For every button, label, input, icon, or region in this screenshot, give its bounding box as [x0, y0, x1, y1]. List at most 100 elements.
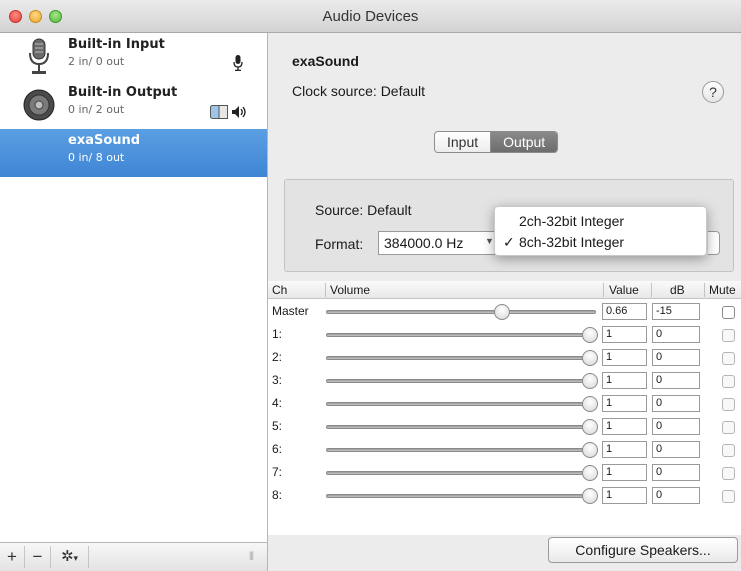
- channel-label: 2:: [272, 350, 283, 364]
- mute-checkbox[interactable]: [722, 421, 735, 434]
- column-header-db[interactable]: dB: [670, 283, 685, 297]
- volume-slider-track[interactable]: [326, 310, 596, 314]
- mute-checkbox[interactable]: [722, 306, 735, 319]
- table-row: 1: 1 0: [268, 323, 741, 346]
- microphone-icon: [233, 55, 243, 71]
- channel-label: 3:: [272, 373, 283, 387]
- volume-db-field[interactable]: -15: [652, 303, 700, 320]
- volume-value-field[interactable]: 0.66: [602, 303, 647, 320]
- volume-slider-knob[interactable]: [582, 350, 598, 366]
- volume-value-field[interactable]: 1: [602, 395, 647, 412]
- device-item-exasound[interactable]: exaSound 0 in/ 8 out: [0, 129, 267, 177]
- volume-slider-track[interactable]: [326, 494, 596, 498]
- mute-checkbox[interactable]: [722, 398, 735, 411]
- column-header-mute[interactable]: Mute: [709, 283, 736, 297]
- title-bar: Audio Devices: [0, 0, 741, 33]
- volume-slider-knob[interactable]: [582, 465, 598, 481]
- tab-input[interactable]: Input: [435, 132, 492, 152]
- table-row: 5: 1 0: [268, 415, 741, 438]
- mute-checkbox[interactable]: [722, 444, 735, 457]
- table-row: 2: 1 0: [268, 346, 741, 369]
- mute-checkbox[interactable]: [722, 375, 735, 388]
- menu-item-8ch-32bit[interactable]: ✓ 8ch-32bit Integer: [495, 232, 706, 252]
- volume-slider-knob[interactable]: [582, 396, 598, 412]
- volume-value-field[interactable]: 1: [602, 418, 647, 435]
- device-io: 0 in/ 2 out: [68, 103, 125, 116]
- mute-checkbox[interactable]: [722, 352, 735, 365]
- device-name: Built-in Output: [68, 85, 178, 100]
- volume-slider-track[interactable]: [326, 333, 596, 337]
- channel-label: 8:: [272, 488, 283, 502]
- column-header-ch[interactable]: Ch: [272, 283, 287, 297]
- table-header: Ch Volume Value dB Mute: [268, 281, 741, 299]
- remove-device-button[interactable]: −: [25, 546, 51, 568]
- gear-icon: ✲: [60, 548, 74, 565]
- device-detail-panel: exaSound Clock source: Default ? Input O…: [268, 33, 741, 571]
- volume-db-field[interactable]: 0: [652, 487, 700, 504]
- mute-checkbox[interactable]: [722, 329, 735, 342]
- volume-slider-knob[interactable]: [582, 373, 598, 389]
- add-device-button[interactable]: +: [0, 546, 25, 568]
- volume-slider-knob[interactable]: [494, 304, 511, 320]
- volume-slider-track[interactable]: [326, 402, 596, 406]
- source-label: Source: Default: [315, 202, 412, 218]
- volume-slider-knob[interactable]: [582, 488, 598, 504]
- window-title: Audio Devices: [322, 8, 419, 25]
- device-item-built-in-input[interactable]: Built-in Input 2 in/ 0 out: [0, 33, 267, 81]
- format-popup-button[interactable]: [708, 231, 720, 255]
- clock-source: Clock source: Default: [292, 83, 426, 99]
- volume-slider-track[interactable]: [326, 448, 596, 452]
- speaker-icon: [23, 89, 55, 121]
- device-item-built-in-output[interactable]: Built-in Output 0 in/ 2 out: [0, 81, 267, 129]
- channel-label: 1:: [272, 327, 283, 341]
- channel-label: 5:: [272, 419, 283, 433]
- volume-value-field[interactable]: 1: [602, 487, 647, 504]
- column-header-value[interactable]: Value: [609, 283, 639, 297]
- volume-db-field[interactable]: 0: [652, 464, 700, 481]
- volume-db-field[interactable]: 0: [652, 349, 700, 366]
- volume-value-field[interactable]: 1: [602, 464, 647, 481]
- menu-item-label: 2ch-32bit Integer: [519, 213, 625, 229]
- help-button[interactable]: ?: [702, 81, 724, 103]
- resize-grip[interactable]: |||: [249, 550, 254, 560]
- table-row: 4: 1 0: [268, 392, 741, 415]
- channel-label: 6:: [272, 442, 283, 456]
- volume-slider-track[interactable]: [326, 379, 596, 383]
- menu-item-label: 8ch-32bit Integer: [519, 234, 625, 250]
- gear-menu-button[interactable]: ✲▾: [51, 546, 89, 568]
- finder-icon: [210, 105, 228, 119]
- volume-value-field[interactable]: 1: [602, 326, 647, 343]
- channel-label: Master: [272, 304, 309, 318]
- chevron-down-icon: ▾: [73, 553, 79, 563]
- device-title: exaSound: [292, 53, 359, 69]
- volume-slider-track[interactable]: [326, 425, 596, 429]
- sample-rate-select[interactable]: 384000.0 Hz: [378, 231, 501, 255]
- volume-value-field[interactable]: 1: [602, 441, 647, 458]
- volume-slider-knob[interactable]: [582, 327, 598, 343]
- microphone-icon: [29, 38, 49, 74]
- volume-value-field[interactable]: 1: [602, 349, 647, 366]
- volume-slider-track[interactable]: [326, 356, 596, 360]
- channel-label: 4:: [272, 396, 283, 410]
- volume-db-field[interactable]: 0: [652, 395, 700, 412]
- volume-db-field[interactable]: 0: [652, 418, 700, 435]
- configure-speakers-button[interactable]: Configure Speakers...: [548, 537, 738, 563]
- mute-checkbox[interactable]: [722, 490, 735, 503]
- device-name: Built-in Input: [68, 37, 165, 52]
- volume-db-field[interactable]: 0: [652, 372, 700, 389]
- volume-slider-knob[interactable]: [582, 419, 598, 435]
- volume-slider-track[interactable]: [326, 471, 596, 475]
- tab-output[interactable]: Output: [491, 132, 558, 152]
- volume-db-field[interactable]: 0: [652, 326, 700, 343]
- menu-item-2ch-32bit[interactable]: 2ch-32bit Integer: [495, 211, 706, 231]
- format-label: Format:: [315, 236, 364, 252]
- volume-slider-knob[interactable]: [582, 442, 598, 458]
- chevron-down-icon: ▼: [485, 236, 494, 246]
- volume-value-field[interactable]: 1: [602, 372, 647, 389]
- volume-db-field[interactable]: 0: [652, 441, 700, 458]
- device-list-toolbar: + − ✲▾ |||: [0, 542, 268, 571]
- device-name: exaSound: [68, 133, 141, 148]
- column-header-volume[interactable]: Volume: [330, 283, 370, 297]
- checkmark-icon: ✓: [503, 234, 515, 250]
- mute-checkbox[interactable]: [722, 467, 735, 480]
